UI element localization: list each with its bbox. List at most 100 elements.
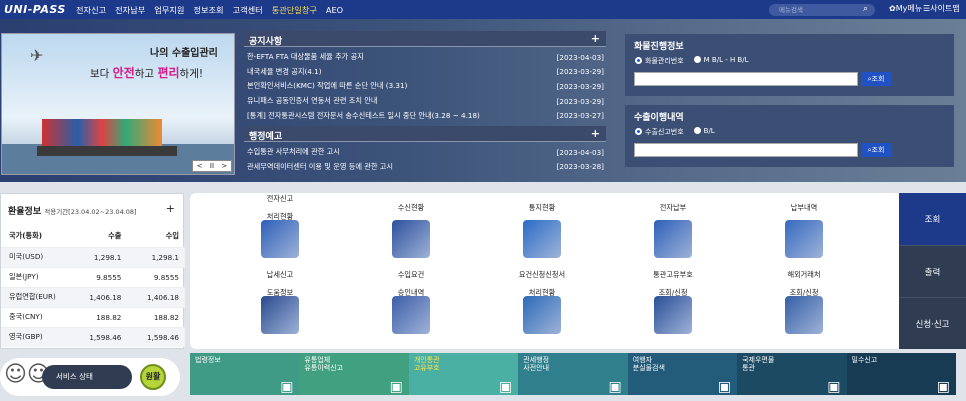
notice-text: 한-EFTA FTA 대상물품 세율 추가 공지	[247, 52, 364, 62]
admin-notice-list: 수입통관 사무처리에 관한 고시 [2023-04-03] 관세무역데이터센터 이…	[244, 145, 606, 174]
sitemap-label: 사이트맵	[930, 4, 960, 13]
service-item-3[interactable]: 전자납부	[603, 197, 743, 273]
quick-link-label1: 법령정보	[195, 356, 221, 364]
cargo-search-button[interactable]: ⌕조회	[861, 72, 891, 86]
list-item[interactable]: 본인확인서비스(KMC) 작업에 따른 순단 안내 (3.31) [2023-03…	[244, 79, 606, 94]
service-item-6[interactable]: 수입요건 승인내역	[341, 269, 481, 349]
quick-link-3[interactable]: 관세행정 사전안내 ▣	[518, 353, 628, 395]
service-item-label: 통관고유부호 조회/신청	[603, 270, 743, 297]
logo[interactable]: UNI-PASS	[4, 2, 66, 17]
export-number-input[interactable]	[634, 143, 858, 157]
quick-link-0[interactable]: 법령정보 ▣	[190, 353, 300, 395]
nav-info[interactable]: 정보조회	[193, 4, 223, 16]
rate-more-button[interactable]: +	[166, 202, 175, 215]
nav-support[interactable]: 업무지원	[154, 4, 184, 16]
phone-24h-icon: ▣	[936, 379, 950, 395]
service-label-line1: 요건신청신청서	[518, 269, 566, 279]
rate-header: 환율정보 적용기간[23.04.02~23.04.08]	[8, 204, 137, 217]
gear-icon: ✿	[889, 4, 896, 13]
cargo-number-input[interactable]	[634, 72, 858, 86]
radio-checked-icon	[635, 128, 642, 135]
service-item-1[interactable]: 수신현황	[341, 197, 481, 273]
cargo-tracking-box: 화물진행정보 화물관리번호 M B/L - H B/L ⌕조회	[625, 34, 954, 96]
service-item-8[interactable]: 통관고유부호 조회/신청	[603, 270, 743, 349]
suitcase-icon: ▣	[717, 379, 732, 395]
nav-e-payment[interactable]: 전자납부	[115, 4, 145, 16]
cell: 1,298.1	[127, 246, 185, 267]
admin-title: 행정예고	[249, 132, 283, 142]
service-label-line1: 전자신고	[266, 193, 294, 203]
admin-more-button[interactable]: +	[591, 127, 600, 140]
service-item-label: 통지현황	[472, 197, 612, 217]
cargo-radio-mgmt[interactable]: 화물관리번호	[635, 56, 684, 66]
quick-link-label1: 유통업체	[304, 356, 331, 364]
cell: 1,598.46	[69, 326, 128, 347]
cargo-radio-bl[interactable]: M B/L - H B/L	[693, 56, 749, 66]
service-item-label: 수신현황	[341, 197, 481, 217]
service-item-0[interactable]: 전자신고 처리현황	[210, 193, 350, 273]
rate-table: 국가(통화) 수출 수입 미국(USD) 1,298.1 1,298.1 일본(JP…	[1, 225, 185, 347]
list-item[interactable]: [통계] 전자통관시스템 전자문서 송수신테스트 일시 중단 안내(3.28 ~…	[244, 108, 606, 123]
global-nav: 전자신고 전자납부 업무지원 정보조회 고객센터 통관단일창구 AEO	[76, 0, 343, 19]
notice-list: 한-EFTA FTA 대상물품 세율 추가 공지 [2023-04-03] 내국세…	[244, 50, 606, 123]
banner-text-b: 안전	[112, 66, 135, 80]
service-item-4[interactable]: 납부내역	[734, 197, 874, 273]
service-label-line1: 전자납부	[659, 202, 687, 212]
radio-icon	[693, 56, 701, 63]
pause-icon[interactable]: II	[210, 162, 214, 170]
quick-link-label1: 국제우편물	[742, 356, 775, 364]
service-label-line1: 통지현황	[528, 202, 556, 212]
radio-icon	[693, 127, 701, 134]
menu-search-input[interactable]: 메뉴검색 ⌕	[769, 4, 875, 16]
quick-link-5[interactable]: 국제우편물 통관 ▣	[737, 353, 847, 395]
list-item[interactable]: 한-EFTA FTA 대상물품 세율 추가 공지 [2023-04-03]	[244, 50, 606, 65]
list-item[interactable]: 유니패스 공동인증서 연동서 관련 조치 안내 [2023-03-29]	[244, 94, 606, 109]
notice-date: [2023-03-29]	[556, 96, 604, 106]
notice-date: [2023-03-29]	[556, 81, 604, 91]
nav-aeo[interactable]: AEO	[326, 5, 343, 15]
nav-single-window[interactable]: 통관단일창구	[272, 4, 317, 16]
list-item[interactable]: 관세무역데이터센터 이용 및 운영 등에 관한 고시 [2023-03-28]	[244, 160, 606, 175]
service-item-2[interactable]: 통지현황	[472, 197, 612, 273]
list-item[interactable]: 수입통관 사무처리에 관한 고시 [2023-04-03]	[244, 145, 606, 160]
cargo-options: 화물관리번호 M B/L - H B/L	[635, 56, 749, 66]
service-label-line1: 수입요건	[397, 269, 425, 279]
banner-text-e: 하게!	[179, 68, 204, 80]
export-history-box: 수출이행내역 수출신고번호 B/L ⌕조회	[625, 105, 954, 167]
service-item-5[interactable]: 납세신고 도움정보	[210, 270, 350, 349]
list-item[interactable]: 내국세율 변경 공지(4.1) [2023-03-29]	[244, 65, 606, 80]
export-opt1-label: 수출신고번호	[645, 128, 684, 136]
quick-link-2[interactable]: 개인통관 고유부호 ▣	[408, 353, 519, 395]
nav-e-report[interactable]: 전자신고	[76, 4, 106, 16]
sitemap-button[interactable]: ☰사이트맵	[923, 3, 960, 14]
search-icon[interactable]: ⌕	[863, 3, 868, 15]
notice-more-button[interactable]: +	[591, 32, 600, 45]
quick-link-label2: 사전안내	[523, 364, 550, 372]
notice-date: [2023-04-03]	[556, 52, 604, 62]
prev-icon[interactable]: <	[197, 162, 203, 170]
quick-link-label1: 여행자	[632, 356, 653, 364]
export-search-button[interactable]: ⌕조회	[861, 143, 891, 157]
export-radio-bl[interactable]: B/L	[693, 127, 715, 137]
quick-link-4[interactable]: 여행자 분실물검색 ▣	[627, 353, 738, 395]
service-item-7[interactable]: 요건신청신청서 처리현황	[472, 269, 612, 349]
nav-customer[interactable]: 고객센터	[233, 4, 263, 16]
next-icon[interactable]: >	[221, 162, 227, 170]
quick-link-6[interactable]: 밀수신고 ▣	[846, 353, 956, 395]
service-item-9[interactable]: 해외거래처 조회/신청	[734, 270, 874, 349]
cargo-button-label: 조회	[871, 75, 885, 83]
cell: 일본(JPY)	[1, 266, 70, 287]
quick-link-1[interactable]: 유통업체 유통이력신고 ▣	[299, 353, 409, 395]
bar-chart-icon	[261, 220, 299, 258]
tab-inquiry[interactable]: 조회	[899, 193, 966, 245]
banner-controls: < II >	[192, 160, 232, 172]
main-banner[interactable]: ✈ 나의 수출입관리 보다 안전하고 편리하게! < II >	[1, 33, 235, 175]
export-radio-decl[interactable]: 수출신고번호	[635, 127, 684, 137]
person-icon: ▣	[608, 379, 622, 395]
tab-apply[interactable]: 신청·신고	[899, 297, 966, 349]
cell: 유럽연합(EUR)	[1, 286, 70, 307]
notice-header: 공지사항 +	[244, 31, 606, 47]
my-menu-button[interactable]: ✿My메뉴	[889, 3, 922, 14]
tab-print[interactable]: 출력	[899, 245, 966, 297]
barcode-icon: ▣	[499, 379, 513, 395]
